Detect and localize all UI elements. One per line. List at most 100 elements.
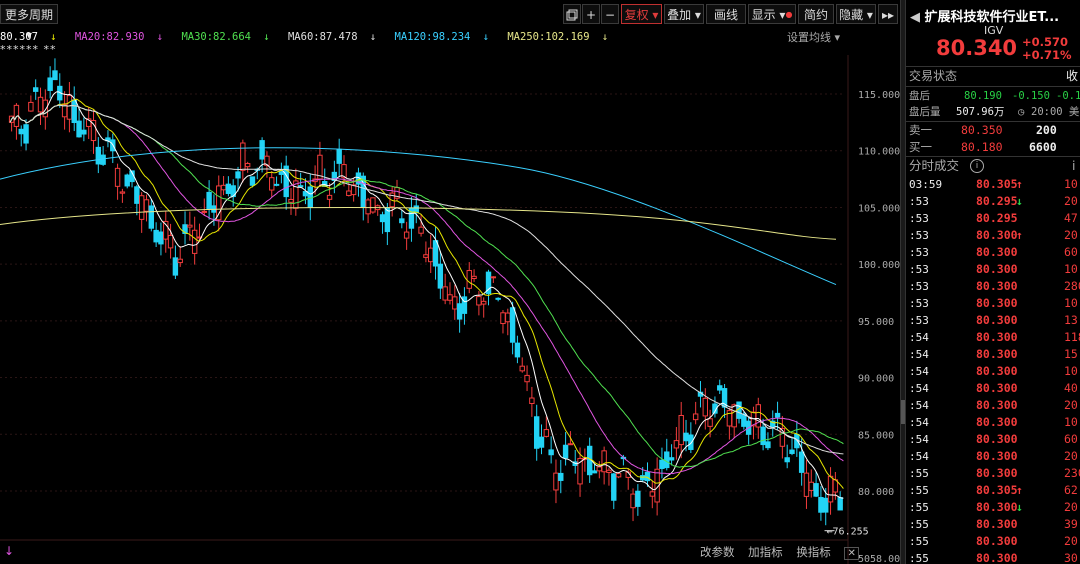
hide-button[interactable]: 隐藏 ▾ [836,4,876,24]
minus-icon[interactable]: − [601,4,619,24]
tick-volume: 20 [1064,228,1078,242]
ask-volume: 200 [1036,123,1057,137]
y-tick-label: 110.000 [858,147,900,158]
candle-down [225,183,232,194]
candle-up [601,450,607,473]
candle-down [206,191,212,210]
tick-row: :54 80.300 40 [906,380,1080,397]
tick-time: :54 [909,348,929,361]
expand-icon[interactable]: i [1072,157,1075,174]
plus-icon[interactable]: + [582,4,600,24]
candle-up [191,229,198,254]
collapse-handle-icon[interactable] [901,400,905,424]
tick-price: 80.300 [976,228,1018,242]
candle-down [668,457,675,461]
tick-time: :54 [909,450,929,463]
y-tick-label: 105.000 [858,203,900,214]
tick-time: :53 [909,314,929,327]
candle-up [519,365,525,372]
tick-volume: 20 [1064,500,1078,514]
tick-row: 03:59 80.305 ↑ 10 [906,176,1080,193]
candle-down [688,434,694,450]
tick-volume: 230 [1064,466,1080,480]
candle-down [558,472,564,481]
tick-row: :53 80.300 280 [906,278,1080,295]
expand-glyph: ▸▸ [881,8,895,22]
candle-up [731,404,737,428]
tick-time: :55 [909,484,929,497]
info-icon[interactable]: i [970,159,984,173]
candle-down [307,186,313,208]
candle-up [365,199,371,215]
after-hours-pct: -0.1 [1056,90,1080,102]
candle-down [789,449,795,454]
tick-price: 80.300 [976,313,1018,327]
candle-up [288,198,294,203]
tick-price: 80.300 [976,500,1018,514]
tick-row: :53 80.300 10 [906,261,1080,278]
period-label: 更多周期 [4,8,53,22]
ma-settings-link[interactable]: 设置均线 ▾ [787,29,840,45]
arrow-down-icon: ↓ [156,31,164,43]
tick-volume: 280 [1064,279,1080,293]
candle-up [673,440,680,449]
copy-icon[interactable] [563,4,581,24]
overlay-button[interactable]: 叠加 ▾ [664,4,704,24]
candle-down [158,231,164,245]
switch-indicator-button[interactable]: 换指标 [796,545,831,559]
arrow-up-icon: ↑ [1016,228,1023,242]
indicator-bar: 改参数 加指标 换指标 ✕ [700,544,869,560]
ma20-label: MA20:82.930 [74,31,145,43]
candle-up [452,296,458,310]
expand-more-icon[interactable]: ▸▸ [878,4,898,24]
tick-volume: 40 [1064,381,1078,395]
display-button[interactable]: 显示 ▾● [748,4,796,24]
arrow-up-icon: ↑ [1016,483,1023,497]
simple-button[interactable]: 简约 [798,4,834,24]
candle-up [428,247,434,263]
candle-down [437,263,444,289]
candle-down [259,140,265,160]
tick-time: :53 [909,297,929,310]
tick-volume: 13 [1064,313,1078,327]
adjust-button[interactable]: 复权 ▾ [621,4,662,24]
ask-price: 80.350 [961,123,1003,137]
price-change: +0.570 +0.71% [1022,36,1072,62]
tick-time: :55 [909,518,929,531]
ma30-line [9,104,844,468]
candle-up [476,296,482,306]
candle-up [606,469,612,473]
candle-down [47,77,53,91]
bid-label: 买一 [909,140,932,154]
period-dropdown[interactable]: 更多周期 ▾ [0,4,58,42]
y-tick-label: 100.000 [858,260,900,271]
kline-chart[interactable]: 115.000 110.000 105.000 100.000 95.000 90.000… [0,0,900,564]
tick-volume: 20 [1064,398,1078,412]
ma30-label: MA30:82.664 [181,31,251,43]
candle-up [447,294,453,301]
tick-time: :54 [909,433,929,446]
after-time: 20:00 美 [1031,106,1080,118]
arrow-down-icon: ↓ [4,544,15,558]
draw-button[interactable]: 画线 [706,4,746,24]
candle-down [81,129,87,135]
bid-price: 80.180 [961,140,1003,154]
candle-up [524,374,530,383]
add-indicator-button[interactable]: 加指标 [748,545,783,559]
candle-down [548,449,554,456]
tick-volume: 10 [1064,177,1078,191]
ma5-line [9,91,844,499]
kline-chart-panel[interactable]: 115.000 110.000 105.000 100.000 95.000 90.000… [0,0,900,564]
candle-up [529,397,535,404]
tick-time: :53 [909,212,929,225]
close-icon[interactable]: ✕ [844,547,859,560]
candle-up [678,414,684,446]
edit-params-button[interactable]: 改参数 [700,545,735,559]
tick-time: :54 [909,365,929,378]
tick-time: :55 [909,467,929,480]
back-arrow-icon[interactable]: ◀ [910,10,920,25]
candle-down [774,412,781,418]
candle-down [644,471,651,482]
tick-time: :55 [909,501,929,514]
tick-row: :53 80.300 13 [906,312,1080,329]
